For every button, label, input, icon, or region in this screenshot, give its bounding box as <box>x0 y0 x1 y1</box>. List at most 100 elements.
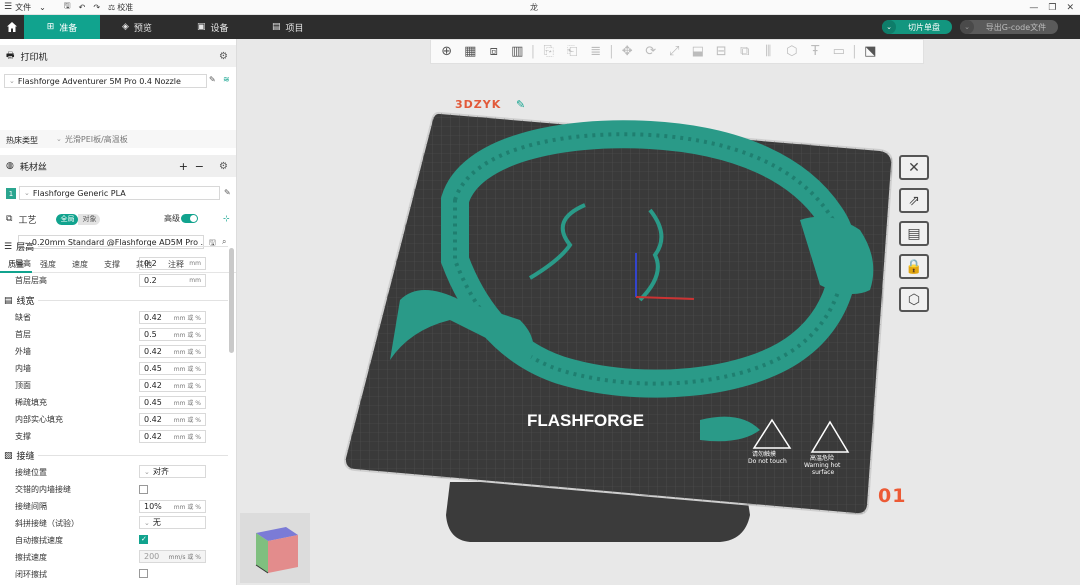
plate-settings-button[interactable]: ▤ <box>899 221 929 246</box>
redo-button[interactable]: ↷ <box>89 0 104 15</box>
file-menu[interactable]: ☰ 文件 <box>0 0 35 15</box>
edit-icon[interactable]: ✎ <box>224 188 231 197</box>
chevron-down-icon[interactable]: ⌄ <box>960 20 974 34</box>
advanced-toggle[interactable] <box>181 214 198 223</box>
sidebar-scrollbar[interactable] <box>229 248 234 353</box>
close-icon: ✕ <box>908 159 920 176</box>
line-width-input[interactable]: 0.42 mm 或 % <box>139 413 206 426</box>
filament-slot-number[interactable]: 1 <box>6 188 16 199</box>
remove-filament-button[interactable]: − <box>195 160 204 173</box>
paste-button[interactable]: ⎗ <box>561 42 585 62</box>
build-plate-scene: FLASHFORGE 请勿触摸 Do not touch 高温危险 Warnin… <box>343 111 894 542</box>
plate-name-label[interactable]: 3DZYK <box>455 98 501 111</box>
scale-tool[interactable]: ⤢ <box>663 42 687 62</box>
split-view-button[interactable]: ▥ <box>506 42 530 62</box>
delete-plate-button[interactable]: ✕ <box>899 155 929 180</box>
calibration-menu[interactable]: ⚖ 校准 <box>104 0 137 15</box>
rotate-icon: ⟳ <box>645 44 657 59</box>
slice-plate-button[interactable]: ⌄ 切片单盘 <box>882 20 952 34</box>
lock-icon: 🔒 <box>905 258 923 275</box>
save-preset-icon[interactable]: 🖫 <box>209 237 216 251</box>
add-filament-button[interactable]: + <box>179 160 188 173</box>
chevron-down-icon: ⌄ <box>9 77 15 85</box>
scarf-seam-select[interactable]: ⌄ 无 <box>139 516 206 529</box>
arrange-grid-button[interactable]: ▦ <box>459 42 483 62</box>
wifi-icon[interactable]: ≋ <box>223 75 230 84</box>
layers-button[interactable]: ≣ <box>584 42 608 62</box>
line-width-input[interactable]: 0.45 mm 或 % <box>139 362 206 375</box>
subtab-speed[interactable]: 速度 <box>64 257 96 273</box>
boolean-tool[interactable]: ⧉ <box>733 42 757 62</box>
home-button[interactable] <box>0 15 24 39</box>
hamburger-icon: ☰ <box>4 2 13 12</box>
plate-type-button[interactable]: ⬡ <box>899 287 929 312</box>
line-width-input[interactable]: 0.42 mm 或 % <box>139 379 206 392</box>
undo-button[interactable]: ↶ <box>75 0 90 15</box>
minimize-button[interactable]: — <box>1029 3 1038 13</box>
copy-button[interactable]: ⎘ <box>537 42 561 62</box>
param-label: 接缝位置 <box>15 468 47 477</box>
subtab-support[interactable]: 支撑 <box>96 257 128 273</box>
plate-icon: ⧈ <box>489 44 498 59</box>
move-tool[interactable]: ✥ <box>616 42 640 62</box>
staggered-seam-checkbox[interactable] <box>139 485 148 494</box>
text-tool[interactable]: Ŧ <box>804 42 828 62</box>
tab-device[interactable]: ▣ 设备 <box>197 15 229 39</box>
scope-toggle[interactable]: 全局 对象 <box>56 213 101 225</box>
scope-object[interactable]: 对象 <box>78 213 101 225</box>
edit-icon[interactable]: ✎ <box>209 75 216 84</box>
cut-tool[interactable]: ⊟ <box>710 42 734 62</box>
export-gcode-button[interactable]: ⌄ 导出G-code文件 <box>960 20 1058 34</box>
seam-gap-input[interactable]: 10% mm 或 % <box>139 500 206 513</box>
line-width-input[interactable]: 0.42 mm 或 % <box>139 430 206 443</box>
lock-plate-button[interactable]: 🔒 <box>899 254 929 279</box>
measure-tool[interactable]: ▭ <box>827 42 851 62</box>
auto-wipe-speed-checkbox[interactable] <box>139 535 148 544</box>
line-width-input[interactable]: 0.42 mm 或 % <box>139 311 206 324</box>
layer-height-input[interactable]: 0.2 mm <box>139 257 206 270</box>
tab-prepare[interactable]: ⊞ 准备 <box>24 15 100 39</box>
printer-select[interactable]: ⌄ Flashforge Adventurer 5M Pro 0.4 Nozzl… <box>4 74 207 88</box>
add-object-button[interactable]: ⊕ <box>435 42 459 62</box>
menu-dropdown-arrow[interactable]: ⌄ <box>35 0 50 15</box>
auto-arrange-button[interactable]: ⇗ <box>899 188 929 213</box>
save-button[interactable]: 🖫 <box>60 0 75 15</box>
gear-icon[interactable]: ⚙ <box>219 51 228 62</box>
3d-viewport[interactable]: FLASHFORGE 请勿触摸 Do not touch 高温危险 Warnin… <box>237 39 1080 585</box>
scope-global[interactable]: 全局 <box>56 213 79 225</box>
line-width-input[interactable]: 0.42 mm 或 % <box>139 345 206 358</box>
seam-position-select[interactable]: ⌄ 对齐 <box>139 465 206 478</box>
assembly-view-button[interactable]: ⬔ <box>859 42 883 62</box>
compare-icon[interactable]: ⊹ <box>223 214 230 223</box>
first-layer-height-input[interactable]: 0.2 mm <box>139 274 206 287</box>
lay-flat-tool[interactable]: ⬓ <box>686 42 710 62</box>
printer-icon: 🖶 <box>6 51 15 61</box>
bed-type-select[interactable]: ⌄ 光滑PEI板/高温板 <box>52 132 232 146</box>
tab-preview[interactable]: ◈ 预览 <box>122 15 152 39</box>
wipe-loop-checkbox[interactable] <box>139 569 148 578</box>
line-width-icon: ▤ <box>4 295 13 306</box>
restore-button[interactable]: ❐ <box>1048 3 1056 13</box>
support-paint-tool[interactable]: ⫼ <box>757 42 781 62</box>
close-button[interactable]: ✕ <box>1066 3 1074 13</box>
chevron-down-icon: ⌄ <box>39 2 46 12</box>
seam-paint-tool[interactable]: ⬡ <box>780 42 804 62</box>
wipe-speed-input[interactable]: 200 mm/s 或 % <box>139 550 206 563</box>
line-width-input[interactable]: 0.5 mm 或 % <box>139 328 206 341</box>
grid-icon: ▦ <box>464 44 477 59</box>
gear-icon[interactable]: ⚙ <box>219 161 228 172</box>
param-label: 擦拭速度 <box>15 553 47 562</box>
subtab-strength[interactable]: 强度 <box>32 257 64 273</box>
filament-select[interactable]: ⌄ Flashforge Generic PLA <box>19 186 220 200</box>
rotate-tool[interactable]: ⟳ <box>639 42 663 62</box>
chevron-down-icon[interactable]: ⌄ <box>882 20 896 34</box>
prepare-icon: ⊞ <box>46 22 55 32</box>
add-plate-button[interactable]: ⧈ <box>482 42 506 62</box>
edit-plate-name-icon[interactable]: ✎ <box>516 98 525 111</box>
view-cube[interactable] <box>240 513 310 583</box>
process-icon: ⧉ <box>6 214 13 224</box>
view-cube-panel[interactable] <box>240 513 310 583</box>
line-width-input[interactable]: 0.45 mm 或 % <box>139 396 206 409</box>
tab-project[interactable]: ▤ 项目 <box>272 15 304 39</box>
param-label: 内墙 <box>15 364 31 373</box>
